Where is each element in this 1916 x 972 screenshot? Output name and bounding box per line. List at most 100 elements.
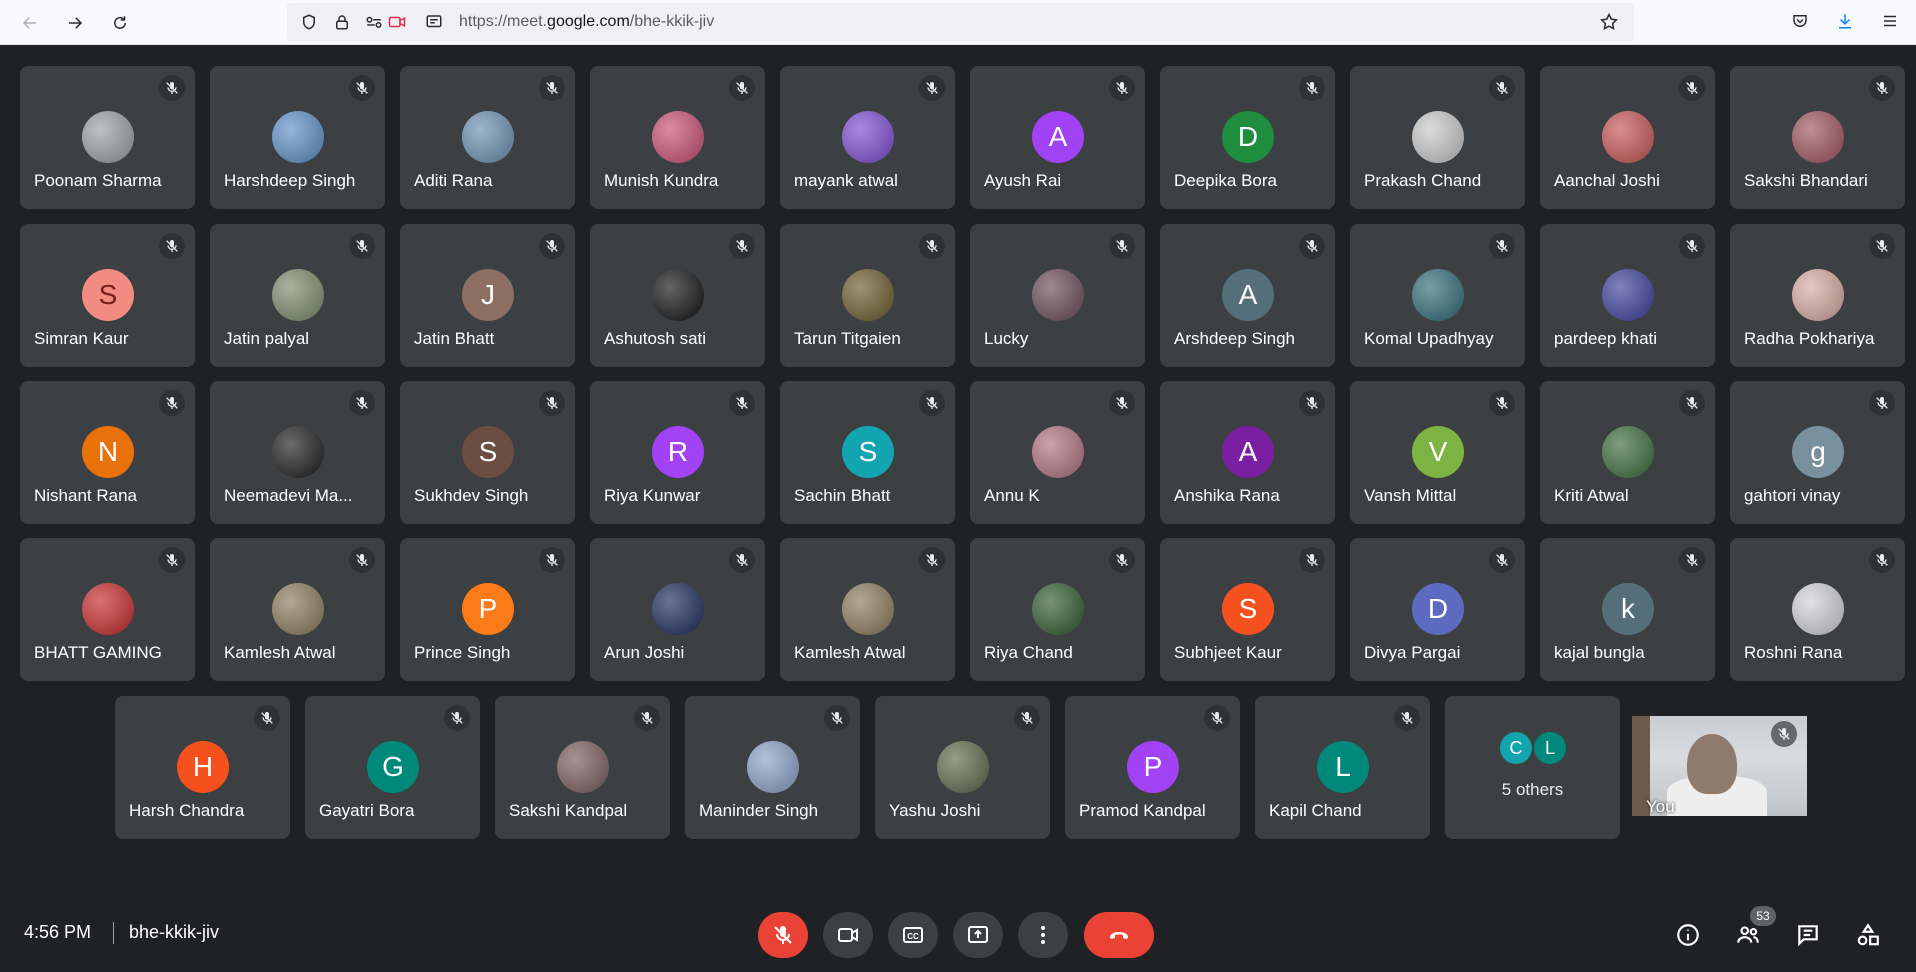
- participant-tile[interactable]: k kajal bungla: [1540, 538, 1715, 681]
- forward-button[interactable]: [60, 8, 90, 38]
- avatar-initial: A: [1222, 269, 1274, 321]
- address-bar[interactable]: https://meet.google.com/bhe-kkik-jiv: [287, 3, 1634, 41]
- participant-tile[interactable]: Roshni Rana: [1730, 538, 1905, 681]
- activities-button[interactable]: [1851, 918, 1885, 952]
- participant-name: Arun Joshi: [604, 643, 685, 662]
- participant-tile[interactable]: A Arshdeep Singh: [1160, 224, 1335, 367]
- participant-tile[interactable]: Annu K: [970, 381, 1145, 524]
- reload-button[interactable]: [105, 8, 135, 38]
- participant-tile[interactable]: S Sukhdev Singh: [400, 381, 575, 524]
- menu-button[interactable]: [1875, 6, 1905, 36]
- participant-tile[interactable]: Tarun Titgaien: [780, 224, 955, 367]
- mic-muted-icon: [1109, 390, 1135, 416]
- shield-icon[interactable]: [299, 13, 319, 31]
- participant-tile[interactable]: Neemadevi Ma...: [210, 381, 385, 524]
- participant-tile[interactable]: Jatin palyal: [210, 224, 385, 367]
- mic-muted-icon: [1489, 233, 1515, 259]
- participant-tile[interactable]: Radha Pokhariya: [1730, 224, 1905, 367]
- downloads-button[interactable]: [1830, 6, 1860, 36]
- bookmark-star-icon[interactable]: [1599, 12, 1619, 31]
- mic-toggle-button[interactable]: [758, 912, 808, 958]
- participant-tile[interactable]: Sakshi Bhandari: [1730, 66, 1905, 209]
- participant-name: Poonam Sharma: [34, 171, 162, 190]
- arrow-right-icon: [69, 17, 83, 29]
- participant-name: Riya Kunwar: [604, 486, 701, 505]
- participant-name: Kapil Chand: [1269, 801, 1362, 820]
- participant-name: Sakshi Bhandari: [1744, 171, 1868, 190]
- mic-muted-icon: [919, 75, 945, 101]
- self-video-tile[interactable]: You: [1632, 696, 1807, 839]
- participant-tile[interactable]: P Prince Singh: [400, 538, 575, 681]
- participant-name: Aditi Rana: [414, 171, 493, 190]
- mic-muted-icon: [1204, 705, 1230, 731]
- participant-tile[interactable]: Poonam Sharma: [20, 66, 195, 209]
- participant-tile[interactable]: P Pramod Kandpal: [1065, 696, 1240, 839]
- others-tile[interactable]: CL 5 others: [1445, 696, 1620, 839]
- participant-tile[interactable]: g gahtori vinay: [1730, 381, 1905, 524]
- participant-tile[interactable]: Aditi Rana: [400, 66, 575, 209]
- participant-tile[interactable]: BHATT GAMING: [20, 538, 195, 681]
- participant-tile[interactable]: Komal Upadhyay: [1350, 224, 1525, 367]
- participant-tile[interactable]: R Riya Kunwar: [590, 381, 765, 524]
- avatar-photo: [1032, 426, 1084, 478]
- reader-view-icon[interactable]: [424, 13, 444, 31]
- participant-tile[interactable]: A Anshika Rana: [1160, 381, 1335, 524]
- participant-name: Divya Pargai: [1364, 643, 1461, 662]
- permissions-icon[interactable]: [364, 13, 384, 31]
- mic-muted-icon: [159, 390, 185, 416]
- captions-button[interactable]: CC: [888, 912, 938, 958]
- avatar-initial: J: [462, 269, 514, 321]
- participant-tile[interactable]: Ashutosh sati: [590, 224, 765, 367]
- more-options-button[interactable]: [1018, 912, 1068, 958]
- lock-icon[interactable]: [332, 13, 352, 31]
- participant-tile[interactable]: Kamlesh Atwal: [780, 538, 955, 681]
- participant-tile[interactable]: Munish Kundra: [590, 66, 765, 209]
- participant-tile[interactable]: L Kapil Chand: [1255, 696, 1430, 839]
- participant-tile[interactable]: G Gayatri Bora: [305, 696, 480, 839]
- participant-tile[interactable]: Riya Chand: [970, 538, 1145, 681]
- pocket-button[interactable]: [1785, 6, 1815, 36]
- leave-call-button[interactable]: [1084, 912, 1154, 958]
- meeting-details-button[interactable]: [1671, 918, 1705, 952]
- participant-tile[interactable]: S Simran Kaur: [20, 224, 195, 367]
- participant-tile[interactable]: S Sachin Bhatt: [780, 381, 955, 524]
- participant-tile[interactable]: Maninder Singh: [685, 696, 860, 839]
- participant-tile[interactable]: A Ayush Rai: [970, 66, 1145, 209]
- participant-tile[interactable]: N Nishant Rana: [20, 381, 195, 524]
- participant-tile[interactable]: mayank atwal: [780, 66, 955, 209]
- mic-muted-icon: [1014, 705, 1040, 731]
- mic-muted-icon: [729, 233, 755, 259]
- participant-tile[interactable]: Lucky: [970, 224, 1145, 367]
- mic-muted-icon: [1869, 547, 1895, 573]
- participant-tile[interactable]: Kriti Atwal: [1540, 381, 1715, 524]
- mic-muted-icon: [729, 75, 755, 101]
- camera-active-icon[interactable]: [387, 13, 407, 31]
- url-text[interactable]: https://meet.google.com/bhe-kkik-jiv: [459, 13, 714, 31]
- participant-tile[interactable]: D Divya Pargai: [1350, 538, 1525, 681]
- participant-name: Yashu Joshi: [889, 801, 981, 820]
- participant-tile[interactable]: H Harsh Chandra: [115, 696, 290, 839]
- avatar-photo: [1412, 111, 1464, 163]
- participant-tile[interactable]: J Jatin Bhatt: [400, 224, 575, 367]
- participant-tile[interactable]: pardeep khati: [1540, 224, 1715, 367]
- mic-muted-icon: [634, 705, 660, 731]
- avatar-photo: [462, 111, 514, 163]
- chat-button[interactable]: [1791, 918, 1825, 952]
- participant-tile[interactable]: Yashu Joshi: [875, 696, 1050, 839]
- back-button[interactable]: [15, 8, 45, 38]
- mic-muted-icon: [1489, 547, 1515, 573]
- participant-tile[interactable]: Sakshi Kandpal: [495, 696, 670, 839]
- participant-name: Tarun Titgaien: [794, 329, 901, 348]
- present-screen-button[interactable]: [953, 912, 1003, 958]
- participant-tile[interactable]: Prakash Chand: [1350, 66, 1525, 209]
- participant-tile[interactable]: Harshdeep Singh: [210, 66, 385, 209]
- participant-name: Harshdeep Singh: [224, 171, 356, 190]
- video-camera-icon: [838, 928, 858, 942]
- participant-tile[interactable]: V Vansh Mittal: [1350, 381, 1525, 524]
- participant-tile[interactable]: Arun Joshi: [590, 538, 765, 681]
- camera-toggle-button[interactable]: [823, 912, 873, 958]
- participant-tile[interactable]: Aanchal Joshi: [1540, 66, 1715, 209]
- participant-tile[interactable]: Kamlesh Atwal: [210, 538, 385, 681]
- participant-tile[interactable]: D Deepika Bora: [1160, 66, 1335, 209]
- participant-tile[interactable]: S Subhjeet Kaur: [1160, 538, 1335, 681]
